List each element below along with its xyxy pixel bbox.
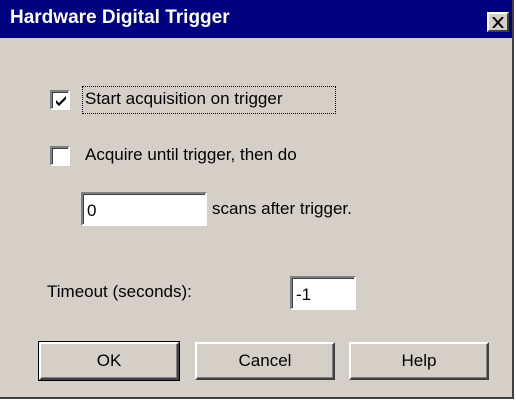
scans-after-trigger-label: scans after trigger. xyxy=(212,199,352,218)
ok-button[interactable]: OK xyxy=(38,341,180,381)
window-title: Hardware Digital Trigger xyxy=(10,7,230,28)
acquire-until-checkbox[interactable] xyxy=(50,146,70,166)
close-button[interactable] xyxy=(487,12,509,32)
scans-after-trigger-input[interactable] xyxy=(81,192,207,226)
timeout-input[interactable] xyxy=(290,276,356,310)
close-icon xyxy=(492,16,504,28)
acquire-until-label[interactable]: Acquire until trigger, then do xyxy=(85,145,297,165)
cancel-button[interactable]: Cancel xyxy=(195,342,335,380)
start-acquisition-checkbox[interactable] xyxy=(50,90,70,110)
checkmark-icon xyxy=(56,96,66,106)
hardware-digital-trigger-dialog: Hardware Digital Trigger Start acquisiti… xyxy=(0,0,514,399)
title-bar[interactable]: Hardware Digital Trigger xyxy=(0,0,512,38)
timeout-label: Timeout (seconds): xyxy=(47,282,192,301)
start-acquisition-label[interactable]: Start acquisition on trigger xyxy=(85,89,283,109)
help-button[interactable]: Help xyxy=(349,342,489,380)
